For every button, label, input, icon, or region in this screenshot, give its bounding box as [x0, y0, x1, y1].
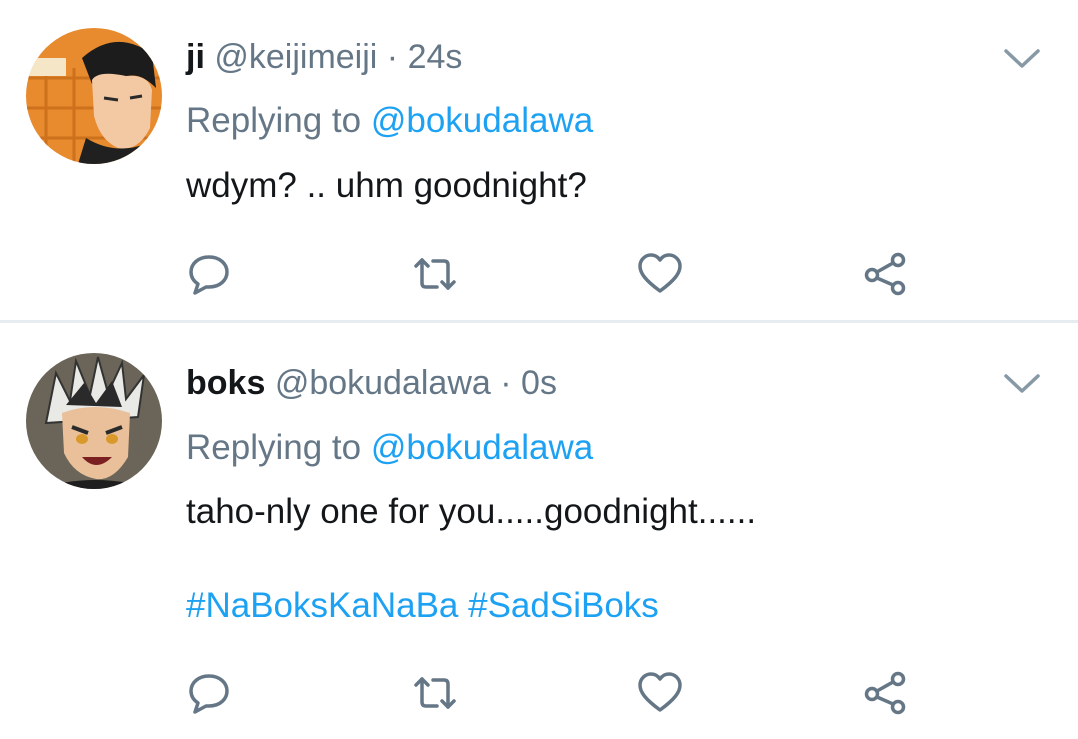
tweet-actions: [0, 668, 1078, 718]
like-icon[interactable]: [635, 668, 685, 718]
tweet-actions: [0, 249, 1078, 299]
retweet-icon[interactable]: [410, 249, 460, 299]
replying-to: Replying to @bokudalawa: [186, 100, 593, 142]
display-name[interactable]: ji: [186, 38, 205, 76]
retweet-icon[interactable]: [410, 668, 460, 718]
hashtags: #NaBoksKaNaBa #SadSiBoks: [186, 585, 659, 627]
share-icon[interactable]: [860, 249, 910, 299]
tweet[interactable]: boks @bokudalawa · 0s Replying to @bokud…: [0, 323, 1078, 739]
chevron-down-icon[interactable]: [1003, 46, 1041, 72]
tweet-header: ji @keijimeiji · 24s: [186, 37, 462, 77]
tweet-text: wdym? .. uhm goodnight?: [186, 166, 587, 205]
tweet-header: boks @bokudalawa · 0s: [186, 363, 557, 403]
chevron-down-icon[interactable]: [1003, 371, 1041, 397]
tweet-text: taho-nly one for you.....goodnight......: [186, 492, 757, 531]
timestamp[interactable]: 0s: [521, 364, 557, 402]
user-handle[interactable]: @keijimeiji: [214, 38, 377, 76]
avatar[interactable]: [26, 28, 162, 164]
user-handle[interactable]: @bokudalawa: [275, 364, 491, 402]
tweet[interactable]: ji @keijimeiji · 24s Replying to @bokuda…: [0, 0, 1078, 320]
mention-link[interactable]: @bokudalawa: [371, 428, 593, 467]
separator-dot: ·: [386, 38, 399, 76]
hashtag-link[interactable]: #SadSiBoks: [468, 586, 659, 625]
reply-icon[interactable]: [184, 668, 234, 718]
reply-icon[interactable]: [184, 249, 234, 299]
share-icon[interactable]: [860, 668, 910, 718]
timestamp[interactable]: 24s: [408, 38, 463, 76]
mention-link[interactable]: @bokudalawa: [371, 101, 593, 140]
hashtag-link[interactable]: #NaBoksKaNaBa: [186, 586, 458, 625]
like-icon[interactable]: [635, 249, 685, 299]
avatar[interactable]: [26, 353, 162, 489]
replying-to: Replying to @bokudalawa: [186, 427, 593, 469]
display-name[interactable]: boks: [186, 364, 265, 402]
replying-to-label: Replying to: [186, 101, 362, 140]
separator-dot: ·: [500, 364, 512, 402]
replying-to-label: Replying to: [186, 428, 362, 467]
